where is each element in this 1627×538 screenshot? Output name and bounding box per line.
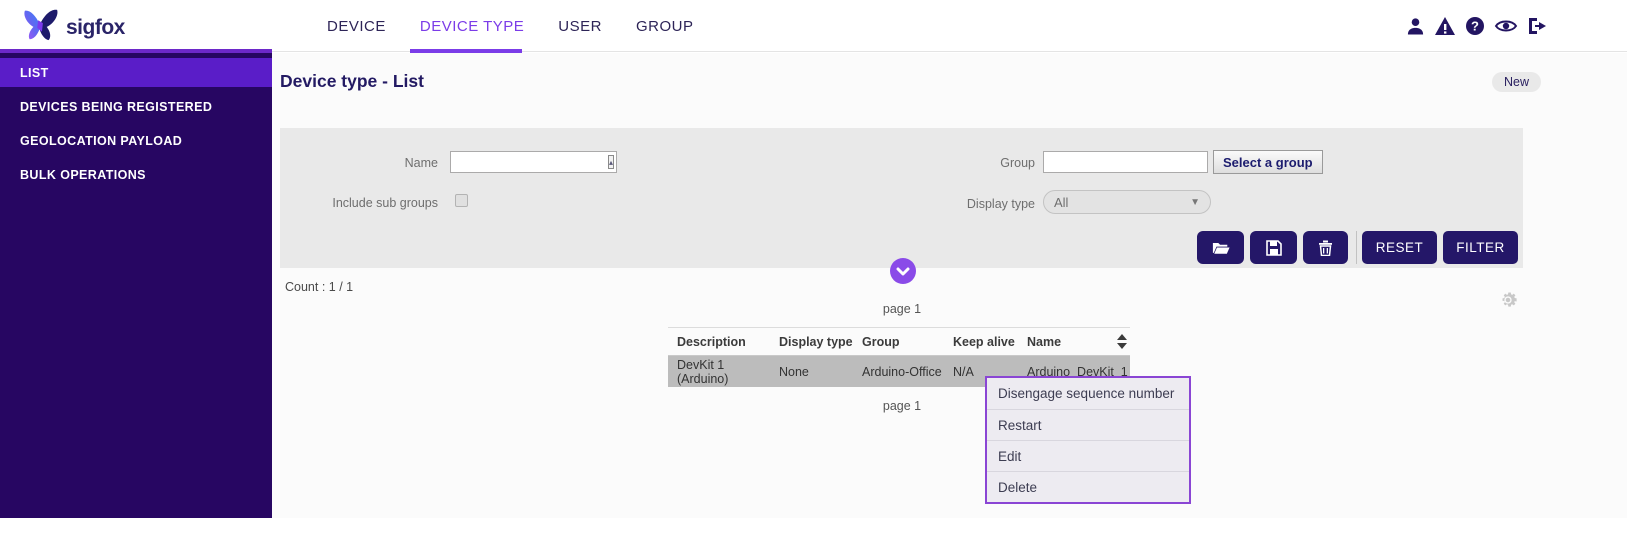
- sigfox-logo[interactable]: sigfox: [22, 7, 125, 48]
- sidebar-item-bulk-operations[interactable]: BULK OPERATIONS: [0, 160, 272, 189]
- menu-item-edit[interactable]: Edit: [987, 440, 1189, 471]
- group-input-wrapper: [1043, 151, 1208, 173]
- sidebar-item-geolocation-payload[interactable]: GEOLOCATION PAYLOAD: [0, 126, 272, 155]
- input-addon-icon[interactable]: ▴: [608, 155, 614, 169]
- topbar-icons: ?: [1406, 0, 1548, 52]
- active-tab-underline: [410, 49, 522, 53]
- count-label: Count : 1 / 1: [285, 280, 353, 294]
- tab-device[interactable]: DEVICE: [327, 18, 386, 35]
- menu-item-delete[interactable]: Delete: [987, 471, 1189, 502]
- display-type-value: All: [1054, 195, 1068, 210]
- save-icon: [1266, 240, 1282, 256]
- open-folder-icon: [1212, 240, 1230, 255]
- select-a-group-button[interactable]: Select a group: [1213, 150, 1323, 174]
- alert-icon[interactable]: [1434, 16, 1456, 36]
- save-filter-button[interactable]: [1250, 231, 1297, 264]
- main-nav: DEVICE DEVICE TYPE USER GROUP: [327, 0, 693, 52]
- page-title: Device type - List: [280, 71, 424, 92]
- table-header-row: Description Display type Group Keep aliv…: [668, 327, 1130, 356]
- tab-group[interactable]: GROUP: [636, 18, 694, 35]
- tab-device-type[interactable]: DEVICE TYPE: [420, 18, 524, 35]
- display-type-select[interactable]: All ▼: [1043, 190, 1211, 214]
- cell-group: Arduino-Office: [862, 365, 953, 379]
- sidebar-item-devices-being-registered[interactable]: DEVICES BEING REGISTERED: [0, 92, 272, 121]
- include-sub-groups-checkbox[interactable]: [455, 194, 468, 207]
- col-name: Name: [1027, 335, 1111, 349]
- filter-button[interactable]: FILTER: [1443, 231, 1518, 264]
- page-indicator-top: page 1: [867, 302, 937, 316]
- button-divider: [1356, 231, 1357, 264]
- name-input-wrapper: ▴: [450, 151, 617, 173]
- gear-icon[interactable]: [1497, 289, 1519, 316]
- sidebar-accent-line: [0, 49, 272, 53]
- user-icon[interactable]: [1406, 16, 1425, 36]
- cell-display-type: None: [779, 365, 862, 379]
- col-group: Group: [862, 335, 953, 349]
- top-bar: sigfox DEVICE DEVICE TYPE USER GROUP ?: [0, 0, 1627, 52]
- butterfly-logo-icon: [22, 7, 60, 48]
- logout-icon[interactable]: [1527, 16, 1548, 36]
- group-input[interactable]: [1021, 152, 1205, 172]
- sort-control[interactable]: [1117, 334, 1127, 349]
- brand-name: sigfox: [66, 16, 125, 40]
- row-context-menu: Disengage sequence number Restart Edit D…: [985, 376, 1191, 504]
- sidebar-item-list[interactable]: LIST: [0, 58, 272, 87]
- chevron-down-icon: [896, 267, 910, 276]
- include-sub-groups-label: Include sub groups: [305, 196, 438, 210]
- new-button[interactable]: New: [1492, 72, 1541, 92]
- page-indicator-bottom: page 1: [867, 399, 937, 413]
- cell-description: DevKit 1 (Arduino): [668, 358, 779, 386]
- svg-text:?: ?: [1471, 19, 1479, 34]
- main-content-background: [272, 53, 1627, 518]
- sidebar: LIST DEVICES BEING REGISTERED GEOLOCATIO…: [0, 53, 272, 518]
- reset-button[interactable]: RESET: [1362, 231, 1437, 264]
- col-description: Description: [668, 335, 779, 349]
- col-display-type: Display type: [779, 335, 862, 349]
- display-type-label: Display type: [935, 197, 1035, 211]
- group-label: Group: [935, 156, 1035, 170]
- col-keep-alive: Keep alive: [953, 335, 1027, 349]
- name-input[interactable]: [424, 152, 608, 172]
- menu-item-restart[interactable]: Restart: [987, 409, 1189, 440]
- chevron-down-icon: ▼: [1190, 197, 1200, 208]
- filter-panel: Name ▴ Include sub groups Group Select a…: [280, 128, 1523, 268]
- collapse-filter-button[interactable]: [890, 258, 916, 284]
- delete-filter-button[interactable]: [1303, 231, 1348, 264]
- sort-descending-icon[interactable]: [1117, 343, 1127, 349]
- eye-icon[interactable]: [1494, 16, 1518, 36]
- trash-icon: [1318, 240, 1333, 256]
- load-filter-button[interactable]: [1197, 231, 1244, 264]
- tab-user[interactable]: USER: [558, 18, 602, 35]
- sort-ascending-icon[interactable]: [1117, 334, 1127, 340]
- menu-item-disengage-sequence-number[interactable]: Disengage sequence number: [987, 378, 1189, 409]
- help-icon[interactable]: ?: [1465, 16, 1485, 36]
